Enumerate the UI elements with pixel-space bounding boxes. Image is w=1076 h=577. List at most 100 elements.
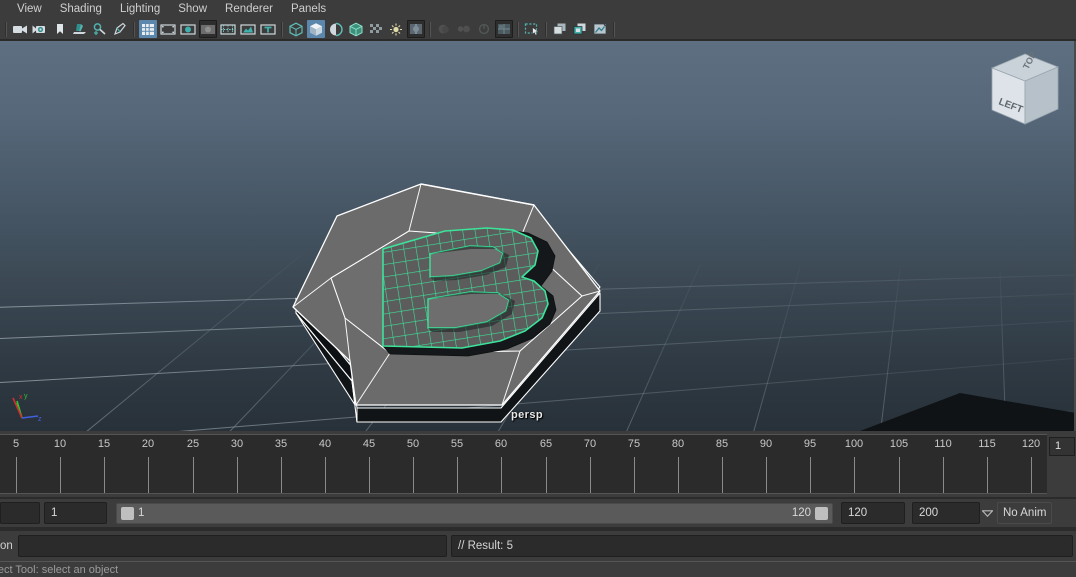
time-slider-tick-mark — [678, 457, 679, 493]
range-slider-row: 1 1 120 120 200 No Anim — [0, 499, 1076, 527]
time-slider-tick-mark — [722, 457, 723, 493]
time-slider-tick-label: 120 — [1021, 438, 1041, 450]
menu-item-panels[interactable]: Panels — [282, 0, 335, 19]
shade-selected-items-icon[interactable] — [327, 20, 345, 38]
menu-item-lighting[interactable]: Lighting — [111, 0, 169, 19]
time-slider-tick-mark — [369, 457, 370, 493]
time-slider-tick-label: 80 — [671, 438, 685, 450]
lighting-icon[interactable] — [407, 20, 425, 38]
maya-viewport-window: View Shading Lighting Show Renderer Pane… — [0, 0, 1076, 577]
time-slider-tick-mark — [590, 457, 591, 493]
range-slider-end-handle[interactable] — [815, 506, 828, 520]
x-ray-joints-icon[interactable] — [387, 20, 405, 38]
persp-viewport[interactable]: TOP LEFT x y z — [0, 41, 1076, 431]
x-ray-icon[interactable] — [367, 20, 385, 38]
time-slider-tick-label: 75 — [627, 438, 641, 450]
time-slider-tick-mark — [457, 457, 458, 493]
grid-icon[interactable] — [139, 20, 157, 38]
menu-item-renderer[interactable]: Renderer — [216, 0, 282, 19]
current-frame-field[interactable]: 1 — [1049, 437, 1075, 456]
time-slider-tick-label: 35 — [274, 438, 288, 450]
time-slider-tick-label: 20 — [141, 438, 155, 450]
range-slider-end-group[interactable]: 120 — [792, 506, 828, 520]
time-slider-tick-label: 85 — [715, 438, 729, 450]
two-d-pan-zoom-icon[interactable] — [91, 20, 109, 38]
menu-item-view[interactable]: View — [8, 0, 51, 19]
time-slider[interactable]: 5 10 15 20 25 30 35 40 45 50 55 60 65 70 75 80 85 90 95 100… — [0, 434, 1047, 494]
time-slider-tick-label: 90 — [759, 438, 773, 450]
isolate-select-icon[interactable] — [523, 20, 541, 38]
menu-item-show[interactable]: Show — [169, 0, 216, 19]
time-slider-tick-mark — [943, 457, 944, 493]
time-slider-tick-label: 60 — [494, 438, 508, 450]
gate-mask-icon[interactable] — [199, 20, 217, 38]
time-slider-tick-label: 105 — [889, 438, 909, 450]
time-slider-tick-mark — [60, 457, 61, 493]
xray-duplicate-icon[interactable] — [551, 20, 569, 38]
ground-shadow — [860, 393, 1076, 431]
shadows-icon[interactable] — [435, 20, 453, 38]
range-start-label: 1 — [138, 507, 145, 519]
time-slider-tick-mark — [413, 457, 414, 493]
safe-title-icon[interactable] — [259, 20, 277, 38]
motion-blur-icon[interactable] — [475, 20, 493, 38]
smooth-shade-all-icon[interactable] — [307, 20, 325, 38]
grease-pencil-icon[interactable] — [111, 20, 129, 38]
time-slider-tick-label: 115 — [978, 438, 996, 450]
time-slider-tick-label: 30 — [230, 438, 244, 450]
multisample-anti-aliasing-icon[interactable] — [495, 20, 513, 38]
playback-start-field[interactable]: 120 — [841, 502, 905, 524]
viewport-icon-toolbar — [0, 19, 1076, 40]
range-slider[interactable]: 1 120 — [116, 502, 833, 524]
command-input[interactable] — [18, 535, 447, 557]
time-slider-tick-label: 45 — [362, 438, 376, 450]
time-slider-tick-label: 40 — [318, 438, 332, 450]
panel-menu-bar: View Shading Lighting Show Renderer Pane… — [0, 0, 1076, 19]
resolution-gate-icon[interactable] — [179, 20, 197, 38]
toolbar-separator — [517, 21, 519, 37]
range-slider-start-group[interactable]: 1 — [121, 506, 145, 520]
time-slider-tick-label: 15 — [97, 438, 111, 450]
camera-icon[interactable] — [11, 20, 29, 38]
time-slider-tick-mark — [193, 457, 194, 493]
time-slider-tick-label: 50 — [406, 438, 420, 450]
field-chart-icon[interactable] — [219, 20, 237, 38]
time-slider-tick-mark — [810, 457, 811, 493]
time-slider-tick-label: 65 — [539, 438, 553, 450]
range-start-field[interactable]: 1 — [44, 502, 107, 524]
toolbar-separator — [429, 21, 431, 37]
time-slider-tick-mark — [237, 457, 238, 493]
exposure-icon[interactable] — [571, 20, 589, 38]
image-plane-icon[interactable] — [71, 20, 89, 38]
chevron-down-icon[interactable] — [980, 503, 994, 524]
bookmark-icon[interactable] — [51, 20, 69, 38]
character-set-field[interactable]: No Anim — [997, 502, 1053, 524]
time-slider-tick-mark — [104, 457, 105, 493]
time-slider-tick-mark — [899, 457, 900, 493]
range-slider-start-handle[interactable] — [121, 506, 134, 520]
command-language-label[interactable]: on — [0, 540, 18, 552]
camera-attributes-icon[interactable] — [31, 20, 49, 38]
wireframe-on-shaded-icon[interactable] — [347, 20, 365, 38]
safe-action-icon[interactable] — [239, 20, 257, 38]
time-slider-tick-label: 95 — [803, 438, 817, 450]
time-slider-tick-mark — [16, 457, 17, 493]
time-slider-area: 5 10 15 20 25 30 35 40 45 50 55 60 65 70 75 80 85 90 95 100… — [0, 431, 1076, 497]
time-slider-tick-label: 55 — [450, 438, 464, 450]
time-slider-tick-label: 110 — [934, 438, 952, 450]
command-line-row: on // Result: 5 — [0, 531, 1076, 561]
film-gate-icon[interactable] — [159, 20, 177, 38]
menu-item-shading[interactable]: Shading — [51, 0, 111, 19]
help-line-text: Select Tool: select an object — [0, 564, 119, 576]
wireframe-icon[interactable] — [287, 20, 305, 38]
command-result: // Result: 5 — [451, 535, 1073, 557]
ambient-occlusion-icon[interactable] — [455, 20, 473, 38]
view-transform-icon[interactable] — [591, 20, 609, 38]
time-slider-tick-mark — [634, 457, 635, 493]
time-slider-tick-label: 100 — [844, 438, 864, 450]
toolbar-separator — [545, 21, 547, 37]
anim-start-field[interactable] — [0, 502, 40, 524]
time-slider-tick-mark — [546, 457, 547, 493]
time-slider-tick-mark — [854, 457, 855, 493]
playback-end-field[interactable]: 200 — [912, 502, 980, 524]
